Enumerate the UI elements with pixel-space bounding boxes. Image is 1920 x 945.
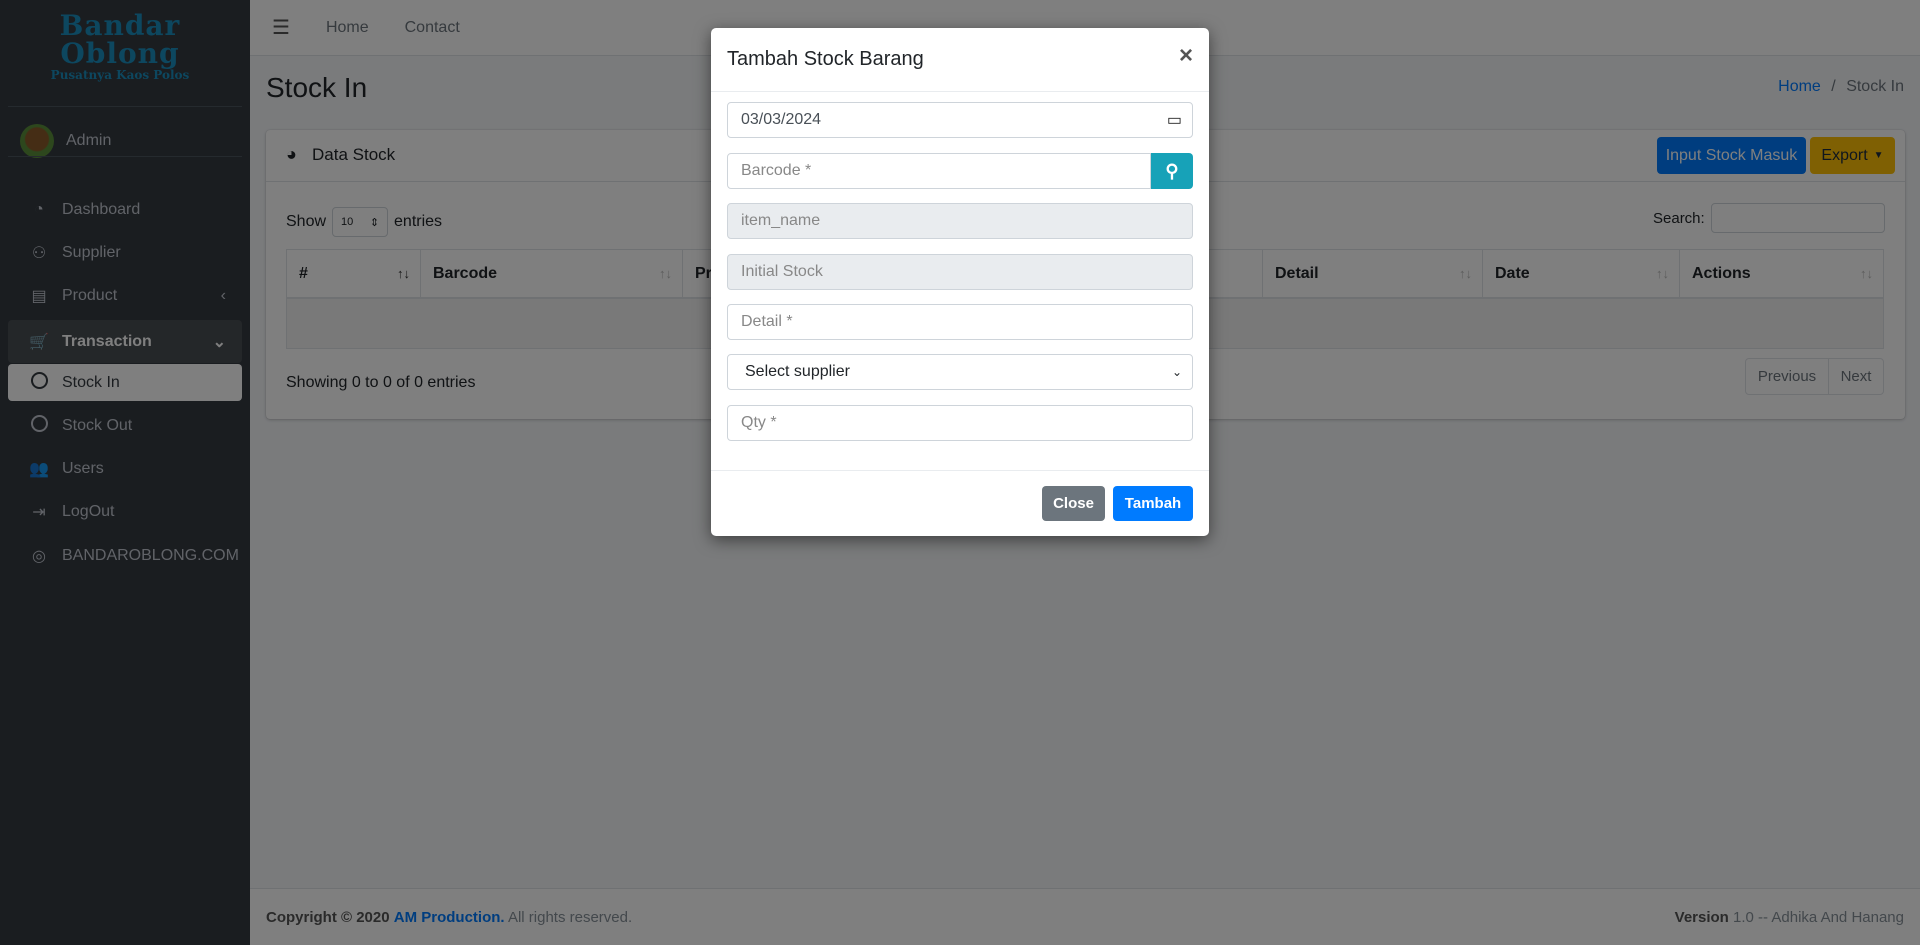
add-stock-modal: Tambah Stock Barang × 03/03/2024 ▭ Barcod…	[711, 28, 1209, 536]
supplier-select[interactable]: Select supplier ⌄	[727, 354, 1193, 390]
calendar-icon: ▭	[1166, 112, 1182, 129]
modal-title: Tambah Stock Barang	[727, 48, 924, 70]
qty-input[interactable]: Qty *	[727, 405, 1193, 441]
date-input[interactable]: 03/03/2024 ▭	[727, 102, 1193, 138]
close-button[interactable]: Close	[1042, 486, 1105, 521]
divider	[711, 91, 1209, 92]
search-icon: ⚲	[1165, 160, 1179, 181]
initial-stock-input: Initial Stock	[727, 254, 1193, 290]
close-icon[interactable]: ×	[1179, 42, 1193, 70]
tambah-button[interactable]: Tambah	[1113, 486, 1193, 521]
barcode-input[interactable]: Barcode *	[727, 153, 1151, 189]
chevron-down-icon: ⌄	[1171, 365, 1182, 379]
item-name-input: item_name	[727, 203, 1193, 239]
detail-input[interactable]: Detail *	[727, 304, 1193, 340]
divider	[711, 470, 1209, 471]
search-barcode-button[interactable]: ⚲	[1151, 153, 1193, 189]
